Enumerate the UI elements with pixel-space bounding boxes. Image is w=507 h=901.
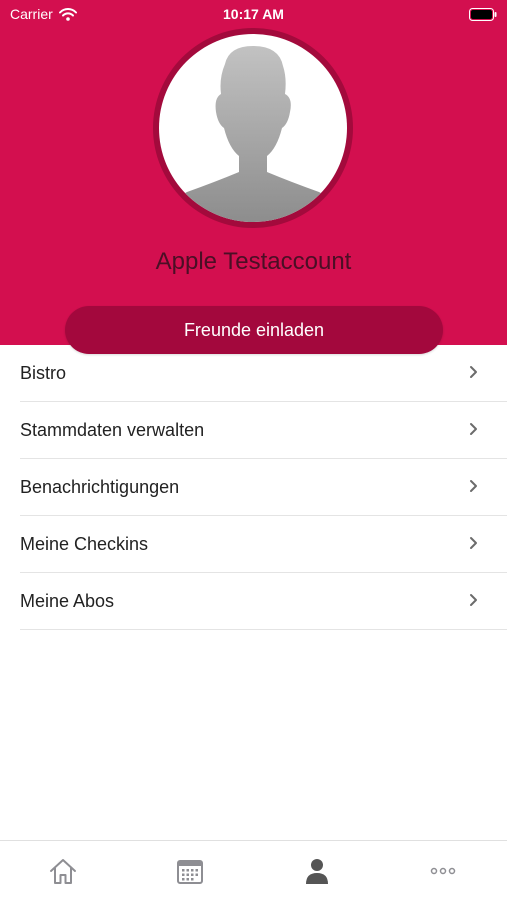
- person-icon: [306, 859, 328, 884]
- chevron-right-icon: [470, 537, 477, 549]
- menu-item-checkins[interactable]: Meine Checkins: [20, 516, 507, 573]
- profile-header: Carrier 10:17 AM Apple Testaccount: [0, 0, 507, 345]
- calendar-icon: [177, 860, 203, 884]
- menu-item-label: Bistro: [20, 362, 67, 383]
- avatar[interactable]: [153, 28, 353, 228]
- tab-home[interactable]: [43, 855, 83, 887]
- menu-item-benachrichtigungen[interactable]: Benachrichtigungen: [20, 459, 507, 516]
- menu-item-label: Meine Checkins: [20, 533, 149, 554]
- more-icon: [430, 867, 456, 875]
- avatar-image: [159, 34, 347, 222]
- settings-menu: Bistro Stammdaten verwalten Benachrichti…: [0, 345, 507, 630]
- menu-item-abos[interactable]: Meine Abos: [20, 573, 507, 630]
- tab-bar: [0, 840, 507, 901]
- menu-item-label: Meine Abos: [20, 590, 115, 611]
- battery-icon: [469, 8, 497, 24]
- chevron-right-icon: [470, 480, 477, 492]
- person-silhouette-icon: [165, 46, 341, 222]
- menu-item-label: Stammdaten verwalten: [20, 419, 205, 440]
- chevron-right-icon: [470, 366, 477, 378]
- tab-more[interactable]: [423, 855, 463, 887]
- status-time: 10:17 AM: [223, 6, 284, 22]
- menu-item-stammdaten[interactable]: Stammdaten verwalten: [20, 402, 507, 459]
- home-icon: [50, 859, 76, 884]
- profile-name: Apple Testaccount: [155, 248, 352, 275]
- tab-profile[interactable]: [297, 855, 337, 887]
- chevron-right-icon: [470, 594, 477, 606]
- chevron-right-icon: [470, 423, 477, 435]
- status-bar: Carrier 10:17 AM: [0, 0, 507, 28]
- menu-item-label: Benachrichtigungen: [20, 476, 180, 497]
- tab-calendar[interactable]: [170, 855, 210, 887]
- menu-item-bistro[interactable]: Bistro: [20, 345, 507, 402]
